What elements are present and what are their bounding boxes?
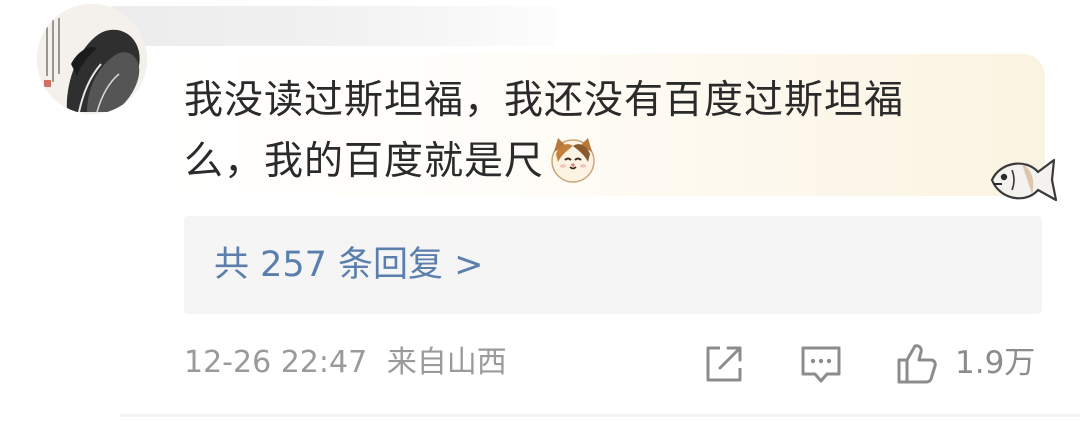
fish-decoration-icon (990, 158, 1058, 202)
avatar-image (37, 4, 147, 114)
comment-line-1: 我没读过斯坦福，我还没有百度过斯坦福 (184, 78, 905, 123)
comment-line-2-text: 么，我的百度就是尺 (184, 139, 545, 184)
location: 来自山西 (386, 345, 507, 380)
like-count: 1.9万 (955, 345, 1036, 381)
cat-emoji-icon (551, 138, 595, 183)
view-replies-label[interactable]: 共 257 条回复 > (214, 240, 484, 290)
avatar[interactable] (37, 4, 147, 114)
divider (120, 414, 1080, 417)
timestamp: 12-26 22:47 (184, 345, 368, 380)
username-redacted[interactable] (112, 6, 557, 46)
comment-meta: 12-26 22:47 来自山西 (184, 338, 507, 388)
thumbs-up-icon[interactable] (893, 340, 941, 388)
comment-text[interactable]: 我没读过斯坦福，我还没有百度过斯坦福 么，我的百度就是尺 (184, 70, 1004, 192)
share-icon[interactable] (700, 340, 748, 388)
comment-line-2: 么，我的百度就是尺 (184, 131, 1004, 192)
comment-icon[interactable] (797, 340, 845, 388)
